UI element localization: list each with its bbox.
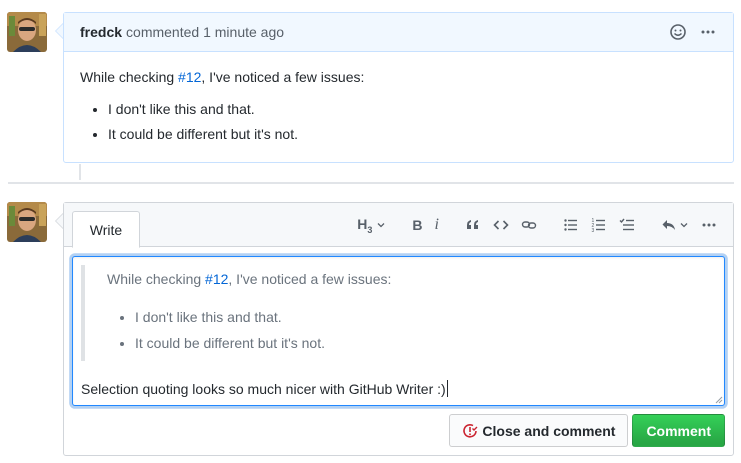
italic-button[interactable]: i [429, 215, 445, 235]
timeline-divider [8, 182, 734, 184]
blockquote: While checking #12, I've noticed a few i… [81, 265, 716, 361]
chevron-down-icon [377, 223, 385, 228]
quote-list: I don't like this and that. It could be … [107, 307, 716, 353]
editor-arrow-inner [56, 214, 63, 228]
list-item: I don't like this and that. [135, 307, 716, 327]
timeline-line [79, 164, 81, 180]
comment: fredck commented 1 minute ago While chec… [63, 12, 734, 163]
editor-toolbar: H3 B i 123 [351, 215, 723, 235]
comment-button[interactable]: Comment [632, 414, 725, 447]
more-options-button[interactable] [695, 215, 723, 235]
comment-intro-text-after: , I've noticed a few issues: [201, 69, 365, 85]
editor-actions: Close and comment Comment [449, 414, 725, 447]
kebab-horizontal-icon-svg [701, 30, 715, 34]
chevron-down-icon [680, 223, 688, 228]
bold-button[interactable]: B [406, 215, 428, 235]
tab-write[interactable]: Write [72, 211, 140, 248]
comment-editor: Write H3 B i 123 While checking #12, I'v… [63, 202, 734, 456]
link-button[interactable] [515, 215, 543, 235]
reply-icon [662, 220, 675, 230]
comment-action: commented [126, 24, 200, 40]
list-item: It could be different but it's not. [108, 124, 717, 144]
text-caret [446, 380, 448, 397]
close-and-comment-button[interactable]: Close and comment [449, 414, 629, 447]
code-button[interactable] [487, 215, 515, 235]
list-item: It could be different but it's not. [135, 333, 716, 353]
quote-intro: While checking #12, I've noticed a few i… [107, 269, 716, 289]
comment-body: While checking #12, I've noticed a few i… [64, 52, 733, 164]
avatar-image-icon [7, 12, 47, 52]
quote-button[interactable] [459, 215, 487, 235]
reply-dropdown-button[interactable] [655, 215, 695, 235]
quote-icon [467, 220, 478, 229]
comment-intro: While checking #12, I've noticed a few i… [80, 67, 717, 87]
kebab-horizontal-icon [702, 223, 716, 227]
typed-paragraph: Selection quoting looks so much nicer wi… [81, 379, 716, 399]
issue-link[interactable]: #12 [178, 69, 201, 85]
code-icon [493, 220, 509, 230]
comment-timestamp[interactable]: 1 minute ago [203, 24, 284, 40]
tasklist-icon [619, 218, 634, 231]
heading-label: H3 [357, 216, 372, 235]
smiley-icon-svg [670, 24, 686, 40]
close-and-comment-label: Close and comment [482, 422, 616, 439]
numbered-list-button[interactable]: 123 [585, 215, 613, 235]
heading-level: 3 [367, 224, 373, 235]
comment-header: fredck commented 1 minute ago [64, 13, 733, 52]
link-icon [521, 221, 537, 229]
issue-link[interactable]: #12 [205, 271, 228, 287]
heading-dropdown-button[interactable]: H3 [351, 215, 392, 235]
avatar-image-icon [7, 202, 47, 242]
list-ordered-icon: 123 [592, 218, 605, 233]
editor-header: Write H3 B i 123 [64, 203, 733, 248]
task-list-button[interactable] [613, 215, 641, 235]
comment-textarea[interactable]: While checking #12, I've noticed a few i… [72, 256, 725, 406]
comment-intro-text: While checking [80, 69, 179, 85]
smiley-icon[interactable] [669, 23, 687, 41]
bulleted-list-button[interactable] [557, 215, 585, 235]
issue-closed-icon [462, 423, 478, 439]
avatar[interactable] [7, 202, 47, 242]
kebab-horizontal-icon[interactable] [699, 23, 717, 41]
resize-handle-icon[interactable] [715, 396, 723, 404]
comment-arrow-inner [56, 24, 63, 38]
comment-author[interactable]: fredck [80, 24, 122, 40]
typed-text: Selection quoting looks so much nicer wi… [81, 381, 446, 397]
list-unordered-icon [564, 219, 577, 231]
quote-intro-text-after: , I've noticed a few issues: [228, 271, 392, 287]
avatar[interactable] [7, 12, 47, 52]
comment-list: I don't like this and that. It could be … [80, 99, 717, 144]
svg-text:3: 3 [592, 228, 595, 233]
quote-intro-text: While checking [107, 271, 206, 287]
heading-letter: H [357, 215, 368, 232]
list-item: I don't like this and that. [108, 99, 717, 119]
